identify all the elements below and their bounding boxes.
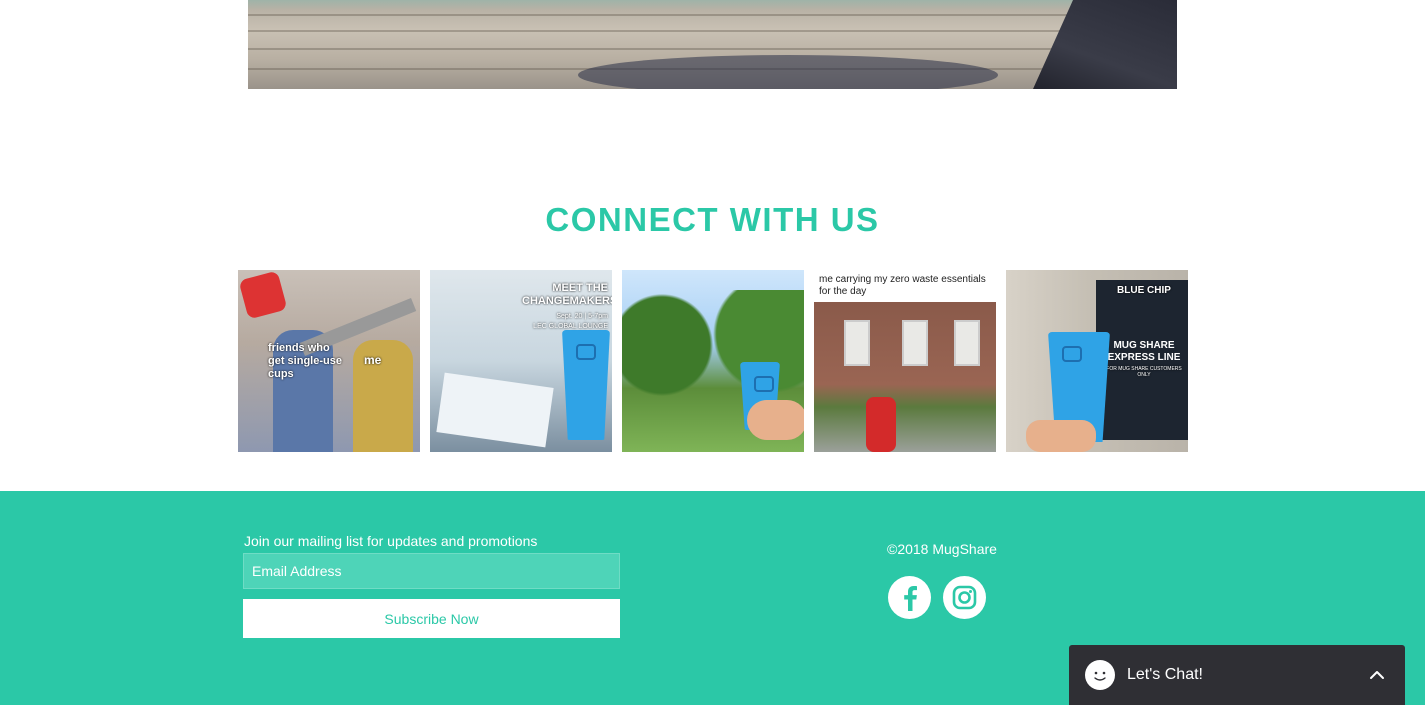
facebook-icon bbox=[904, 586, 917, 611]
facebook-link[interactable] bbox=[888, 576, 931, 619]
subscribe-button[interactable]: Subscribe Now bbox=[243, 599, 620, 638]
chevron-up-icon[interactable] bbox=[1369, 667, 1385, 683]
post-overlay-text: BLUE CHIP bbox=[1117, 285, 1171, 296]
instagram-link[interactable] bbox=[943, 576, 986, 619]
chat-widget[interactable]: Let's Chat! bbox=[1069, 645, 1405, 705]
post-overlay-text: MEET THE CHANGEMAKERS bbox=[522, 282, 612, 307]
gallery-post-4[interactable]: me carrying my zero waste essentials for… bbox=[814, 270, 996, 452]
post-overlay-text: LEC GLOBAL LOUNGE bbox=[533, 323, 608, 330]
chat-label: Let's Chat! bbox=[1127, 666, 1203, 683]
post-overlay-text: me bbox=[364, 353, 382, 367]
email-field[interactable] bbox=[243, 553, 620, 589]
post-caption: me carrying my zero waste essentials for… bbox=[819, 274, 986, 297]
post-overlay-text: FOR MUG SHARE CUSTOMERS ONLY bbox=[1106, 366, 1182, 378]
copyright-text: ©2018 MugShare bbox=[887, 541, 997, 557]
mailing-list-label: Join our mailing list for updates and pr… bbox=[244, 533, 538, 549]
post-overlay-text: MUG SHARE EXPRESS LINE bbox=[1107, 340, 1181, 363]
gallery-post-2[interactable]: MEET THE CHANGEMAKERS Sept. 20 | 5-7pm L… bbox=[430, 270, 612, 452]
gallery-post-3[interactable] bbox=[622, 270, 804, 452]
post-overlay-text: Sept. 20 | 5-7pm bbox=[556, 313, 608, 320]
gallery-post-1[interactable]: friends who get single-use cups me bbox=[238, 270, 420, 452]
post-overlay-text: friends who get single-use cups bbox=[268, 342, 342, 380]
hero-image bbox=[248, 0, 1177, 89]
chat-avatar-icon bbox=[1085, 660, 1115, 690]
instagram-icon bbox=[952, 585, 977, 610]
gallery-post-5[interactable]: BLUE CHIP MUG SHARE EXPRESS LINE FOR MUG… bbox=[1006, 270, 1188, 452]
section-title: CONNECT WITH US bbox=[545, 201, 880, 238]
